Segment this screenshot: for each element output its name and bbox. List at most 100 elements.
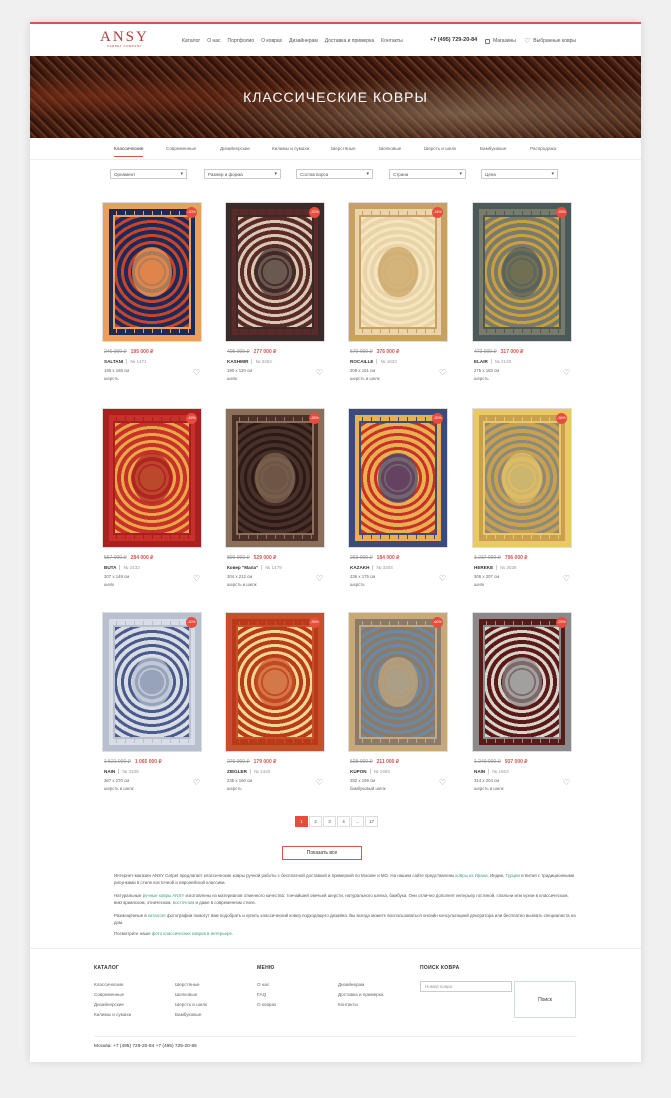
product-card[interactable]: -36% 1 237 000 ₽796 000 ₽ HEREKE № 3036 306 … <box>472 408 572 598</box>
footer-link[interactable]: О нас <box>257 982 269 987</box>
favorite-heart-icon[interactable]: ♡ <box>439 368 446 377</box>
show-all-button[interactable]: Показать все <box>282 846 362 860</box>
favorite-heart-icon[interactable]: ♡ <box>193 778 200 787</box>
seo-link[interactable]: восточном <box>173 900 194 905</box>
favorite-heart-icon[interactable]: ♡ <box>439 574 446 583</box>
footer-link[interactable]: О коврах <box>257 1002 276 1007</box>
rug-image[interactable]: -49% <box>102 408 202 548</box>
nav-catalog[interactable]: Каталог <box>182 38 200 44</box>
footer-link[interactable]: Классические <box>94 982 123 987</box>
footer-link[interactable]: Контакты <box>338 1002 358 1007</box>
footer-link[interactable]: Дизайнерские <box>94 1002 124 1007</box>
rug-image[interactable]: -33% <box>472 202 572 342</box>
product-name[interactable]: KAZAKH № 3304 <box>350 565 393 570</box>
product-name[interactable]: KASHMIR № 3264 <box>227 359 272 364</box>
product-name[interactable]: NAIN № 1653 <box>474 769 509 774</box>
page-3[interactable]: 3 <box>323 816 336 827</box>
rug-image[interactable]: -25% <box>472 612 572 752</box>
nav-delivery[interactable]: Доставка и примерка <box>325 38 374 44</box>
product-card[interactable]: -35% 809 000 ₽529 000 ₽ Ковер "Мала" № 1479… <box>225 408 325 598</box>
rug-image[interactable]: -34% <box>348 202 448 342</box>
product-name[interactable]: HEREKE № 3036 <box>474 565 517 570</box>
product-card[interactable]: -30% 1 521 000 ₽1 065 000 ₽ NAIN № 3338 367 … <box>102 612 202 802</box>
tab-silk[interactable]: Шелковые <box>379 146 401 151</box>
product-card[interactable]: -35% 276 000 ₽179 000 ₽ ZIEGLER № 1340 235 x… <box>225 612 325 802</box>
footer-link[interactable]: FAQ <box>257 992 266 997</box>
seo-link[interactable]: ручные ковры ANSY <box>143 893 185 898</box>
rug-image[interactable]: -60% <box>348 612 448 752</box>
tab-classic[interactable]: Классические <box>114 146 144 157</box>
product-card[interactable]: -30% 263 000 ₽184 000 ₽ KAZAKH № 3304 236 x … <box>348 408 448 598</box>
product-card[interactable]: -33% 472 000 ₽317 000 ₽ ELAIR № 2120 275 x 1… <box>472 202 572 392</box>
tab-sale[interactable]: Распродажа <box>530 146 556 151</box>
product-card[interactable]: -32% 405 000 ₽277 000 ₽ KASHMIR № 3264 190 x… <box>225 202 325 392</box>
rug-image[interactable]: -30% <box>348 408 448 548</box>
favorite-heart-icon[interactable]: ♡ <box>193 574 200 583</box>
footer-link[interactable]: Бамбуковые <box>175 1012 201 1017</box>
favorite-heart-icon[interactable]: ♡ <box>563 574 570 583</box>
filter-price[interactable]: Цена <box>481 169 558 179</box>
product-card[interactable]: -60% 528 000 ₽211 000 ₽ KUPON № 1680 282 x 1… <box>348 612 448 802</box>
page-4[interactable]: 4 <box>337 816 350 827</box>
tab-wool[interactable]: Шерстяные <box>331 146 356 151</box>
page-2[interactable]: 2 <box>309 816 322 827</box>
product-card[interactable]: -49% 557 000 ₽284 000 ₽ BUTA № 2433 207 x 14… <box>102 408 202 598</box>
footer-link[interactable]: Шелковые <box>175 992 197 997</box>
nav-contacts[interactable]: Контакты <box>381 38 403 44</box>
seo-link[interactable]: Турции <box>505 873 519 878</box>
rug-image[interactable]: -36% <box>472 408 572 548</box>
rug-number-input[interactable]: Номер ковра <box>420 981 512 992</box>
product-card[interactable]: -20% 246 000 ₽195 000 ₽ SALTANI № 1471 195 x… <box>102 202 202 392</box>
favorite-heart-icon[interactable]: ♡ <box>316 368 323 377</box>
nav-about-rugs[interactable]: О коврах <box>261 38 282 44</box>
seo-link[interactable]: фото классических ковров в интерьере <box>152 931 232 936</box>
tab-designer[interactable]: Дизайнерские <box>220 146 250 151</box>
filter-ornament[interactable]: Орнамент <box>110 169 187 179</box>
stores-link[interactable]: Магазины <box>485 38 516 44</box>
search-button[interactable]: Поиск <box>514 981 576 1018</box>
filter-pile[interactable]: Состав ворса <box>296 169 373 179</box>
product-name[interactable]: ZIEGLER № 1340 <box>227 769 271 774</box>
tab-bamboo[interactable]: Бамбуковые <box>480 146 506 151</box>
product-name[interactable]: KUPON № 1680 <box>350 769 391 774</box>
product-name[interactable]: SALTANI № 1471 <box>104 359 147 364</box>
rug-image[interactable]: -20% <box>102 202 202 342</box>
nav-about[interactable]: О нас <box>207 38 220 44</box>
rug-image[interactable]: -30% <box>102 612 202 752</box>
footer-link[interactable]: Современные <box>94 992 124 997</box>
product-name[interactable]: Ковер "Мала" № 1479 <box>227 565 282 570</box>
filter-size[interactable]: Размер и форма <box>204 169 281 179</box>
filter-country[interactable]: Страна <box>389 169 466 179</box>
footer-link[interactable]: Дизайнерам <box>338 982 364 987</box>
page-1[interactable]: 1 <box>295 816 308 827</box>
rug-image[interactable]: -35% <box>225 612 325 752</box>
product-name[interactable]: NAIN № 3338 <box>104 769 139 774</box>
favorite-heart-icon[interactable]: ♡ <box>563 778 570 787</box>
seo-link[interactable]: ковры из Ирана <box>455 873 487 878</box>
rug-image[interactable]: -32% <box>225 202 325 342</box>
rug-image[interactable]: -35% <box>225 408 325 548</box>
nav-designers[interactable]: Дизайнерам <box>289 38 318 44</box>
footer-link[interactable]: Шерстяные <box>175 982 200 987</box>
seo-link[interactable]: каталоге <box>148 913 166 918</box>
product-name[interactable]: ELAIR № 2120 <box>474 359 512 364</box>
favorite-heart-icon[interactable]: ♡ <box>193 368 200 377</box>
page-last[interactable]: 17 <box>365 816 378 827</box>
footer-link[interactable]: Доставка и примерка <box>338 992 383 997</box>
tab-wool-silk[interactable]: Шерсть и шелк <box>424 146 456 151</box>
product-card[interactable]: -25% 1 249 000 ₽937 000 ₽ NAIN № 1653 314 x … <box>472 612 572 802</box>
nav-portfolio[interactable]: Портфолио <box>228 38 255 44</box>
favorites-link[interactable]: ♡ Выбранные ковры <box>524 38 576 45</box>
favorite-heart-icon[interactable]: ♡ <box>316 574 323 583</box>
tab-modern[interactable]: Современные <box>166 146 196 151</box>
logo[interactable]: ANSY CARPET COMPANY <box>100 30 149 49</box>
product-name[interactable]: BUTA № 2433 <box>104 565 140 570</box>
tab-kilims[interactable]: Килимы и сумахи <box>272 146 309 151</box>
favorite-heart-icon[interactable]: ♡ <box>563 368 570 377</box>
product-card[interactable]: -34% 570 000 ₽376 000 ₽ ROCAILLE № 1632 209 … <box>348 202 448 392</box>
header-phone[interactable]: +7 (495) 729-20-84 <box>430 37 477 43</box>
footer-link[interactable]: Шерсть и шелк <box>175 1002 207 1007</box>
product-name[interactable]: ROCAILLE № 1632 <box>350 359 397 364</box>
favorite-heart-icon[interactable]: ♡ <box>316 778 323 787</box>
favorite-heart-icon[interactable]: ♡ <box>439 778 446 787</box>
